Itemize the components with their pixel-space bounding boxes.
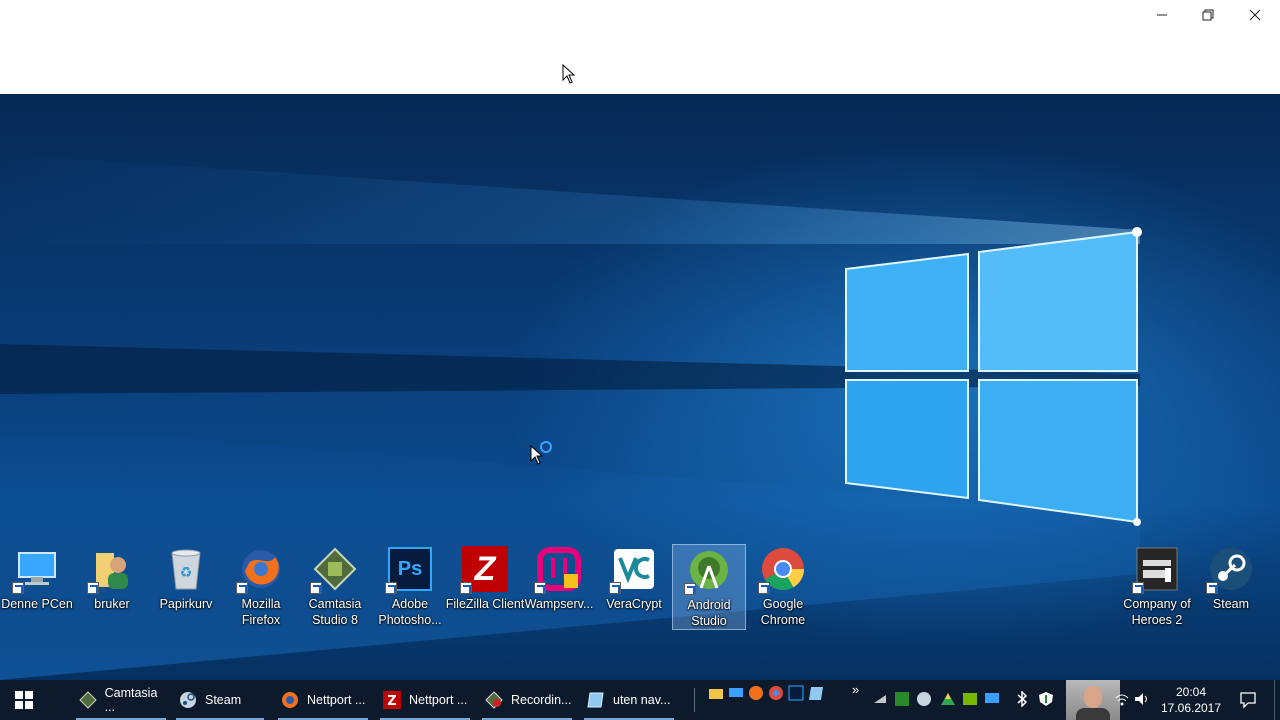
user-folder-icon [87,546,135,594]
photoshop-icon[interactable] [788,685,804,701]
windows-start-icon [15,691,33,709]
notepad-icon[interactable] [808,685,824,701]
android-studio-icon [684,547,732,595]
steam-icon [178,690,198,710]
action-center-button[interactable] [1230,680,1266,720]
taskbar-item-uten-navn[interactable]: uten nav... [580,680,678,720]
desktop-icon-denne-pcen[interactable]: Denne PCen [0,544,74,630]
desktop-icon-bruker[interactable]: bruker [75,544,149,630]
minimize-icon [1157,14,1167,16]
busy-cursor-icon [530,441,552,465]
start-button[interactable] [0,680,48,720]
taskbar: Camtasia ... Steam Nettport ... Z Nettpo… [0,680,1280,720]
wifi-icon[interactable] [1114,691,1130,707]
desktop-icon-google-chrome[interactable]: Google Chrome [746,544,820,630]
restore-button[interactable] [1185,0,1231,30]
veracrypt-icon [609,546,657,594]
wampserver-icon [534,546,582,594]
action-center-icon [1240,692,1256,709]
taskbar-item-steam[interactable]: Steam [172,680,268,720]
quicklaunch-divider [694,688,695,712]
steam-icon [1206,546,1254,594]
chrome-icon[interactable] [768,685,784,701]
desktop-icon-veracrypt[interactable]: VeraCrypt [597,544,671,630]
security-shield-icon[interactable] [1038,691,1054,707]
webcam-person [1084,686,1102,708]
desktop-icon-filezilla-client[interactable]: Z FileZilla Client [446,544,524,630]
camtasia-icon [78,690,98,710]
display-icon[interactable] [984,691,1000,707]
desktop-icon-adobe-photoshop[interactable]: Ps Adobe Photosho... [373,544,447,630]
green-app-icon[interactable] [894,691,910,707]
desktop-icon-mozilla-firefox[interactable]: Mozilla Firefox [224,544,298,630]
taskbar-item-camtasia[interactable]: Camtasia ... [72,680,170,720]
filezilla-icon: Z [460,546,508,594]
desktop-icon-android-studio[interactable]: Android Studio [672,544,746,630]
taskbar-item-nettport-filezilla[interactable]: Z Nettport ... [376,680,474,720]
network-drive-icon[interactable] [872,691,888,707]
show-desktop-button[interactable] [1274,680,1280,720]
recording-icon [484,690,504,710]
camtasia-icon [310,546,358,594]
desktop-icon-camtasia-studio-8[interactable]: Camtasia Studio 8 [298,544,372,630]
bluetooth-icon[interactable] [1014,691,1030,707]
taskbar-item-recording[interactable]: Recordin... [478,680,576,720]
quicklaunch-toolbar [706,680,826,720]
company-of-heroes-icon [1132,546,1180,594]
minimize-button[interactable] [1139,0,1185,30]
svg-text:♻: ♻ [180,565,193,581]
close-icon [1249,9,1261,21]
mouse-cursor-icon [562,64,576,84]
desktop-icon-wampserver[interactable]: Wampserv... [522,544,596,630]
clock-time: 20:04 [1175,685,1207,699]
svg-text:Z: Z [387,694,396,709]
clock[interactable]: 20:04 17.06.2017 [1156,684,1226,716]
notepad-icon [586,690,606,710]
desktop[interactable]: Denne PCen bruker ♻ Papirkurv Mozilla Fir… [0,94,1280,680]
firefox-icon [280,690,300,710]
close-button[interactable] [1232,0,1278,30]
desktop-icon-steam[interactable]: Steam [1194,544,1268,630]
filezilla-icon: Z [382,690,402,710]
recycle-bin-icon: ♻ [163,546,209,592]
firefox-icon[interactable] [748,685,764,701]
volume-icon[interactable] [1134,691,1150,707]
webcam-overlay [1066,680,1120,720]
nvidia-icon[interactable] [962,691,978,707]
firefox-icon [236,546,284,594]
file-explorer-icon[interactable] [708,685,724,701]
photoshop-icon: Ps [385,546,433,594]
desktop-icon-papirkurv[interactable]: ♻ Papirkurv [149,544,223,630]
clock-date: 17.06.2017 [1160,701,1222,715]
taskbar-item-nettport-firefox[interactable]: Nettport ... [274,680,372,720]
desktop-shortcut-icon[interactable] [728,685,744,701]
desktop-icon-company-of-heroes-2[interactable]: Company of Heroes 2 [1120,544,1194,630]
steam-icon[interactable] [916,691,932,707]
google-drive-icon[interactable] [940,691,956,707]
chrome-icon [758,546,806,594]
window-title-area [0,0,1280,94]
restore-icon [1202,9,1214,21]
toolbar-overflow-button[interactable]: » [852,682,859,697]
computer-icon [12,546,60,594]
